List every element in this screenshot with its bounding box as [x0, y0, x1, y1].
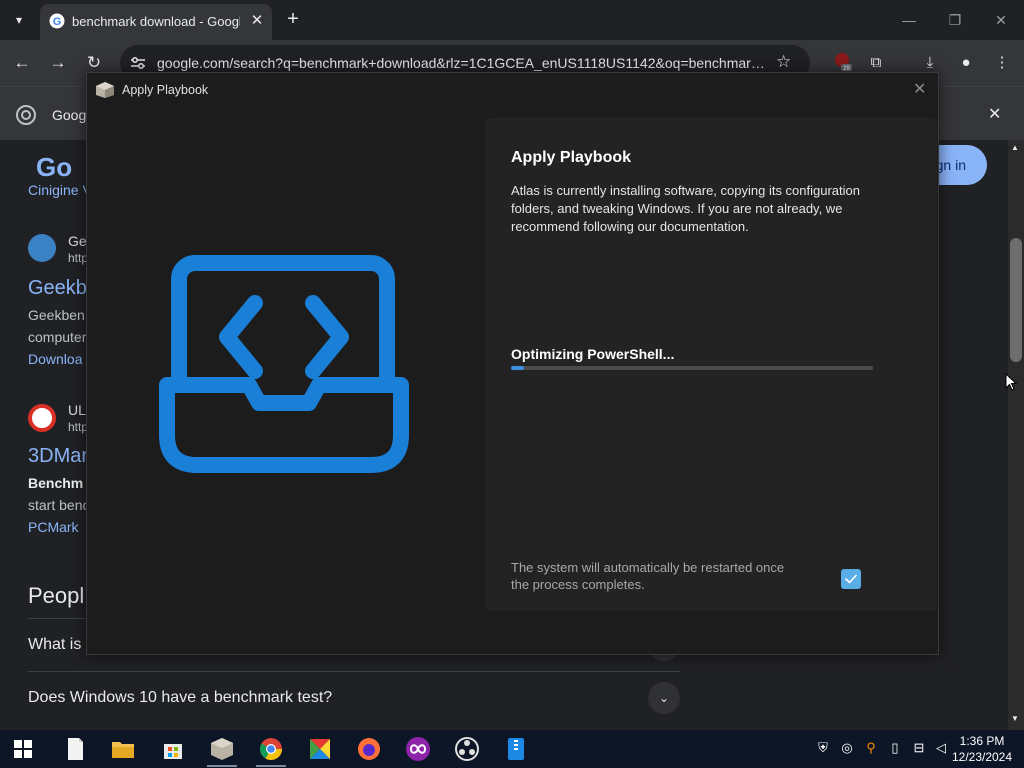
- scrollbar-thumb[interactable]: [1010, 238, 1022, 362]
- archive-app-icon[interactable]: [501, 734, 531, 764]
- back-arrow-icon[interactable]: ←: [10, 51, 34, 75]
- geekbench-site-icon: [28, 234, 56, 262]
- taskbar-clock[interactable]: 1:36 PM 12/23/2024: [944, 733, 1020, 765]
- checkmark-icon: [845, 574, 857, 584]
- ame-box-icon: [96, 82, 114, 98]
- pane-description: Atlas is currently installing software, …: [511, 183, 860, 234]
- svg-text:29: 29: [843, 66, 850, 71]
- colorful-x-app-icon[interactable]: [305, 734, 335, 764]
- ul-site-icon: [28, 404, 56, 432]
- pane-heading: Apply Playbook: [511, 149, 632, 166]
- notepad-app-icon[interactable]: [60, 734, 90, 764]
- close-window-button[interactable]: ✕: [986, 6, 1016, 34]
- mouse-cursor-icon: [1005, 373, 1017, 391]
- scroll-down-arrow-icon[interactable]: ▼: [1011, 714, 1019, 723]
- chrome-app-icon[interactable]: [256, 734, 286, 764]
- network-icon[interactable]: ⊟: [910, 739, 928, 757]
- windows-taskbar: ⛨ ◎ ⚲ ▯ ⊟ ◁ 1:36 PM 12/23/2024: [0, 730, 1024, 768]
- result-site-name: Ge: [68, 233, 86, 249]
- browser-tab[interactable]: G benchmark download - Google Search ✕: [40, 4, 272, 40]
- dialog-title: Apply Playbook: [122, 83, 209, 97]
- minimize-button[interactable]: —: [894, 6, 924, 34]
- infobar-close-icon[interactable]: ✕: [988, 104, 1001, 124]
- windows-start-icon[interactable]: [14, 740, 32, 758]
- active-app-indicator: [256, 765, 286, 767]
- restart-note: The system will automatically be restart…: [511, 560, 785, 592]
- clock-date: 12/23/2024: [951, 750, 1013, 764]
- status-pane: Apply Playbook Atlas is currently instal…: [485, 118, 937, 611]
- result-snippet: start benc: [28, 497, 86, 513]
- tab-close-icon[interactable]: ✕: [248, 12, 266, 30]
- result-sitelink[interactable]: Downloa: [28, 351, 86, 367]
- url-text: google.com/search?q=benchmark+download&r…: [157, 55, 767, 71]
- new-tab-button[interactable]: +: [282, 8, 304, 30]
- page-scrollbar[interactable]: [1008, 140, 1024, 730]
- result-url: http: [68, 251, 86, 265]
- progress-bar: [511, 366, 873, 370]
- result-sitelink[interactable]: PCMark: [28, 519, 86, 535]
- active-app-indicator: [207, 765, 237, 767]
- laptop-code-icon: [159, 255, 409, 473]
- tab-title: benchmark download - Google Search: [72, 14, 240, 29]
- dialog-close-icon[interactable]: ✕: [913, 79, 926, 99]
- svg-text:G: G: [53, 16, 62, 28]
- faq-item[interactable]: Does Windows 10 have a benchmark test? ⌄: [28, 671, 680, 723]
- chrome-logo-icon: [16, 105, 36, 125]
- infobar-label: Goog: [52, 107, 87, 123]
- apply-playbook-dialog: Apply Playbook ✕ Apply Playbook Atlas is…: [86, 72, 939, 655]
- firefox-app-icon[interactable]: [354, 734, 384, 764]
- restart-checkbox[interactable]: [841, 569, 861, 589]
- result-site-name: UL: [68, 402, 86, 418]
- faq-question: What is: [28, 636, 82, 653]
- forward-arrow-icon[interactable]: →: [46, 51, 70, 75]
- security-shield-icon[interactable]: ⛨: [814, 739, 832, 757]
- progress-fill: [511, 366, 524, 370]
- current-step-label: Optimizing PowerShell...: [511, 346, 675, 362]
- google-favicon-icon: G: [49, 13, 65, 29]
- result-url: http: [68, 420, 86, 434]
- people-also-ask-heading: Peopl: [28, 583, 85, 608]
- result-snippet: computer: [28, 329, 86, 345]
- tab-search-button[interactable]: ▾: [6, 7, 32, 33]
- google-logo[interactable]: Go: [36, 152, 72, 183]
- profile-avatar-icon[interactable]: ●: [954, 51, 978, 75]
- result-title[interactable]: 3DMar: [28, 445, 86, 468]
- ame-wizard-icon[interactable]: [207, 734, 237, 764]
- menu-kebab-icon[interactable]: ⋮: [990, 51, 1014, 75]
- result-title[interactable]: Geekb: [28, 277, 86, 300]
- faq-question: Does Windows 10 have a benchmark test?: [28, 689, 333, 706]
- scroll-up-arrow-icon[interactable]: ▲: [1011, 143, 1019, 152]
- infinity-app-icon[interactable]: [403, 734, 433, 764]
- obs-studio-icon[interactable]: [452, 734, 482, 764]
- site-info-icon[interactable]: [130, 56, 146, 70]
- obs-tray-icon[interactable]: ◎: [838, 739, 856, 757]
- result-snippet: Benchm: [28, 475, 84, 491]
- usb-tray-icon[interactable]: ▯: [886, 739, 904, 757]
- ublock-extension-icon: 29: [835, 53, 852, 72]
- chevron-down-icon[interactable]: ⌄: [648, 682, 680, 714]
- search-tray-icon[interactable]: ⚲: [862, 739, 880, 757]
- bookmark-star-icon[interactable]: ☆: [776, 52, 791, 72]
- restore-button[interactable]: ❐: [940, 6, 970, 34]
- microsoft-store-icon[interactable]: [158, 734, 188, 764]
- top-snippet[interactable]: Cinigine V: [28, 182, 86, 198]
- clock-time: 1:36 PM: [959, 734, 1005, 748]
- result-snippet: Geekben: [28, 307, 85, 323]
- tab-strip: ▾ G benchmark download - Google Search ✕…: [0, 0, 1024, 40]
- file-explorer-icon[interactable]: [108, 734, 138, 764]
